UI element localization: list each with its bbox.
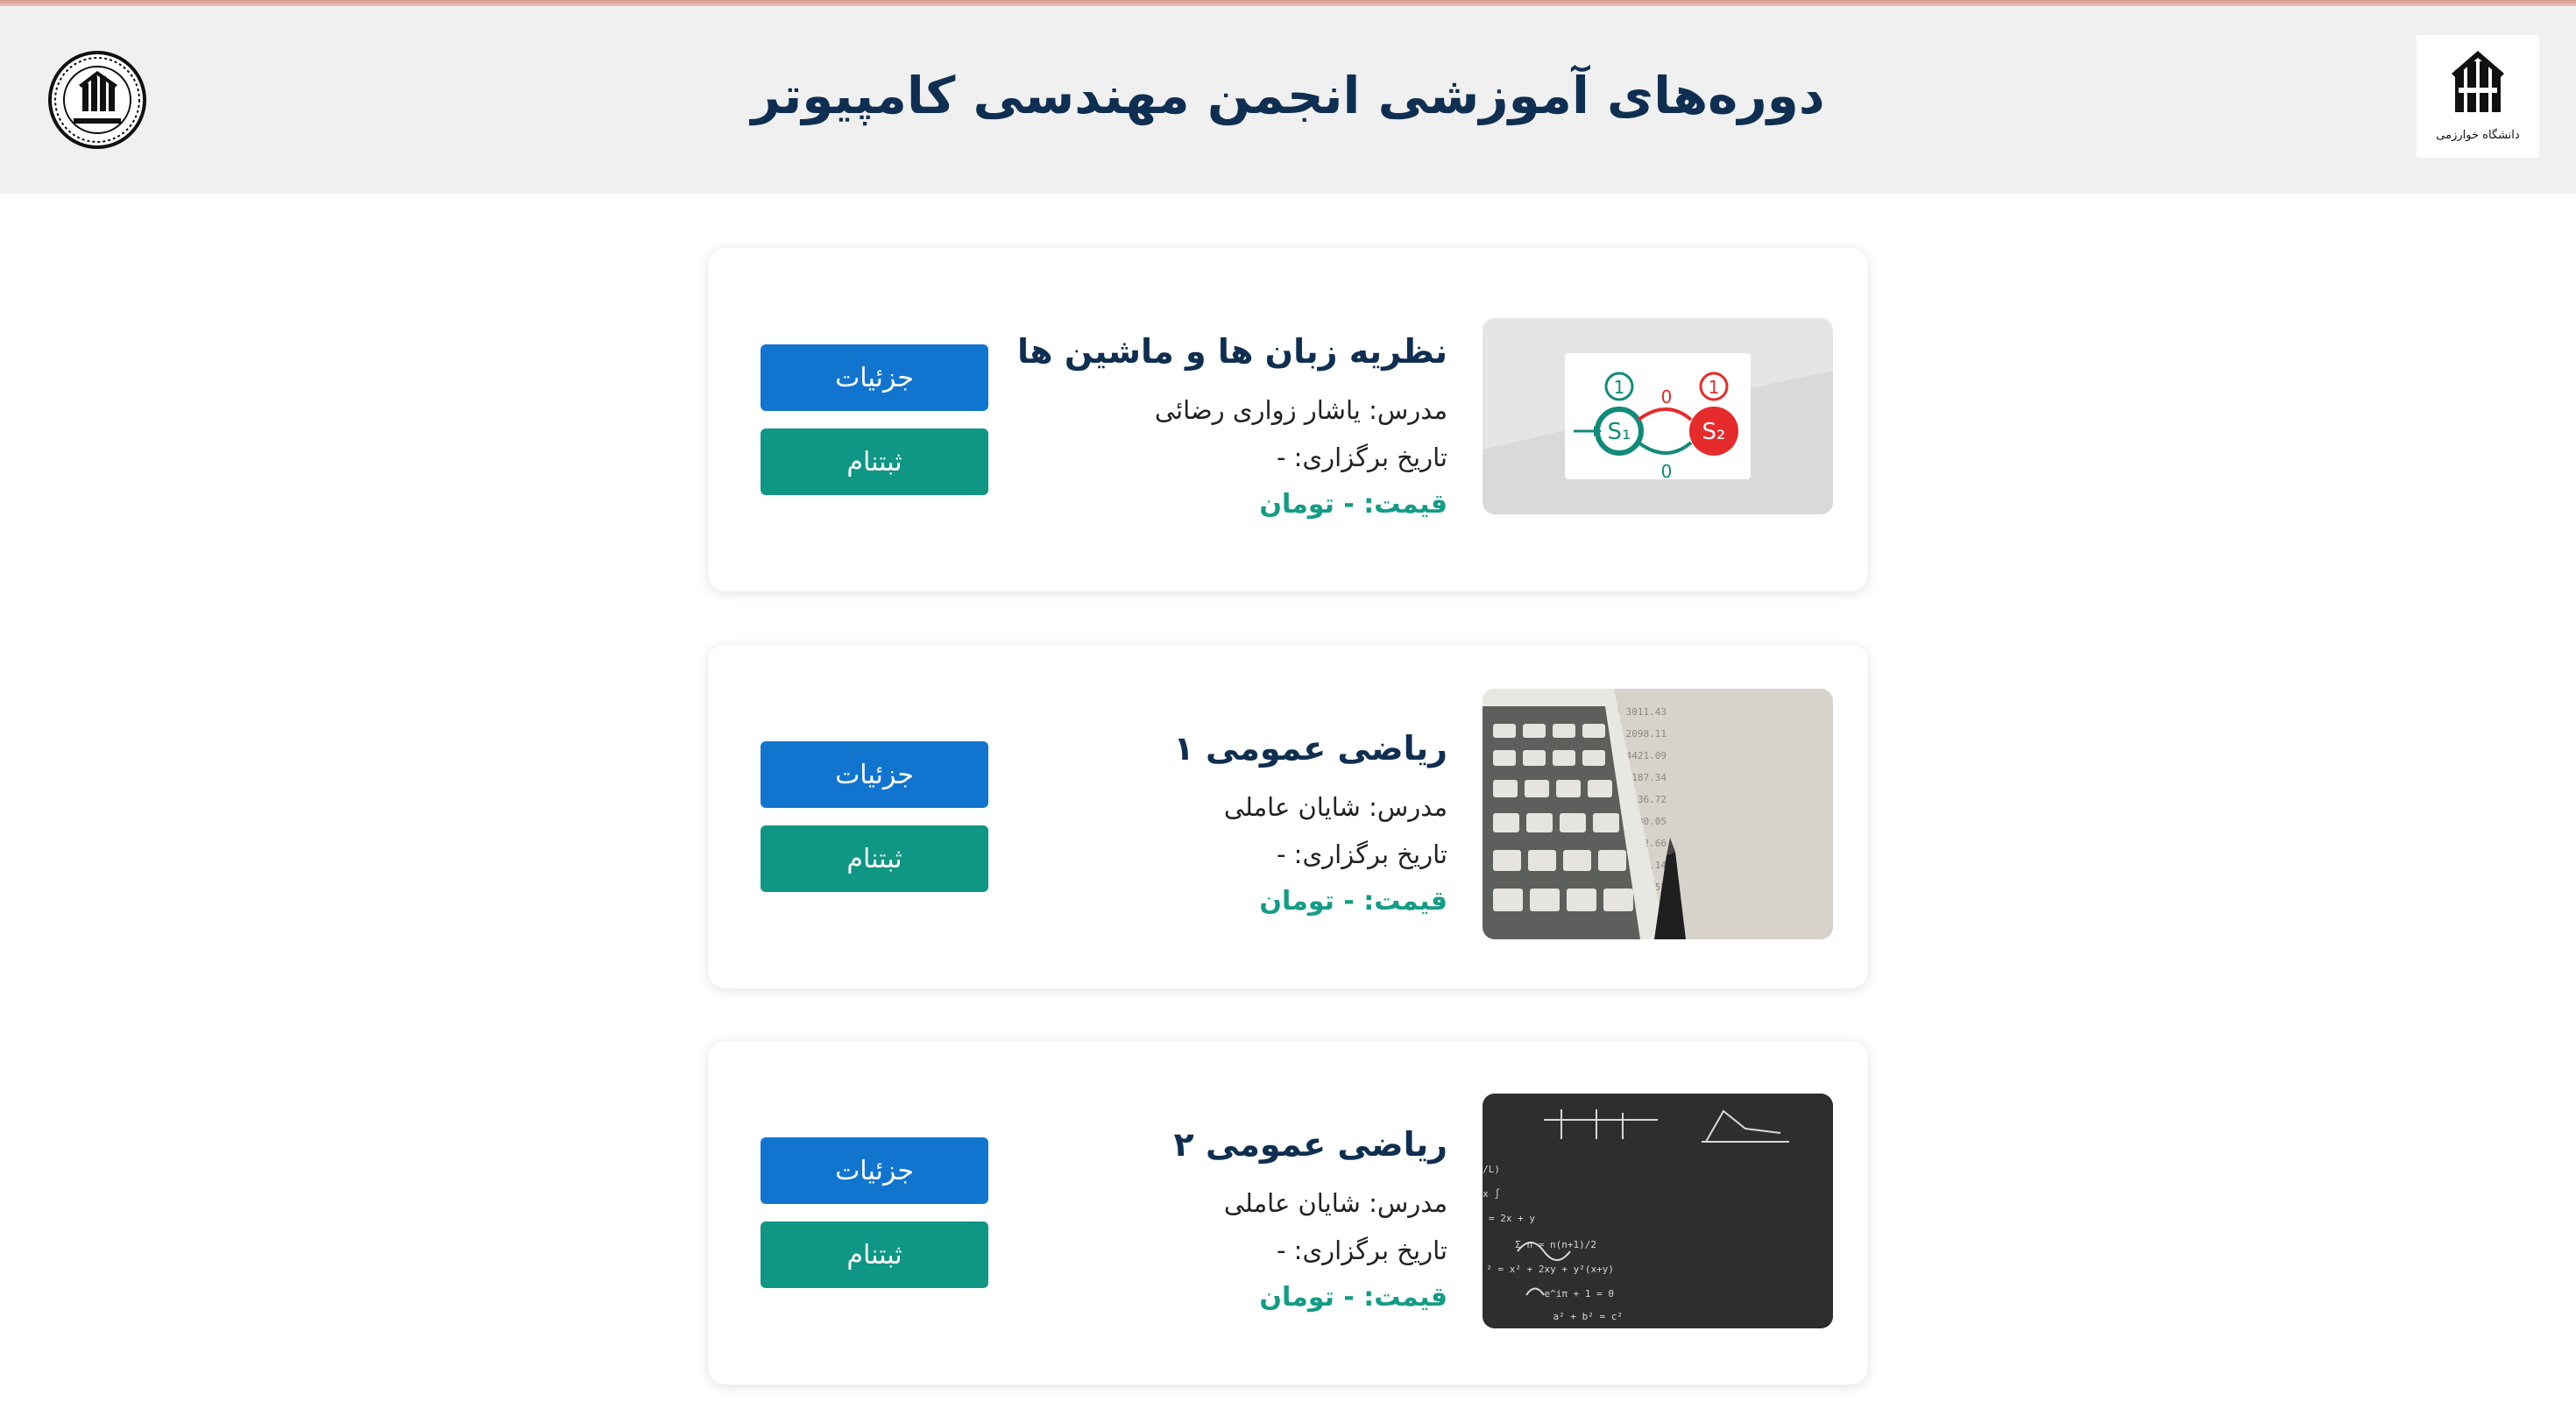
svg-text:f(x) = a₀ + Σ (aₙ cos nπx/L +: f(x) = a₀ + Σ (aₙ cos nπx/L + bₙ sin nπx… bbox=[1483, 1164, 1500, 1175]
course-card: S₁ S₂ 1 1 0 0 نظریه زبان ها و ماشین ها م… bbox=[708, 248, 1868, 591]
register-button[interactable]: ثبتنام bbox=[761, 1221, 988, 1288]
page-header: دوره‌های آموزشی انجمن مهندسی کامپیوتر دا… bbox=[0, 6, 2576, 194]
svg-text:∫ x² dx = x³/3 + C Δy/Δx: ∫ x² dx = x³/3 + C Δy/Δx → dy/dx bbox=[1483, 1188, 1500, 1200]
page-title: دوره‌های آموزشی انجمن مهندسی کامپیوتر bbox=[751, 66, 1825, 125]
register-button[interactable]: ثبتنام bbox=[761, 428, 988, 495]
svg-text:e^iπ + 1 = 0: e^iπ + 1 = 0 bbox=[1545, 1288, 1614, 1299]
automata-loop-2: 1 bbox=[1709, 377, 1720, 398]
details-button[interactable]: جزئیات bbox=[761, 741, 988, 808]
top-accent-bar bbox=[0, 0, 2576, 6]
automata-edge-top: 0 bbox=[1661, 386, 1673, 407]
svg-text:Σ n = n(n+1)/2: Σ n = n(n+1)/2 bbox=[1515, 1239, 1596, 1250]
details-button[interactable]: جزئیات bbox=[761, 1137, 988, 1204]
course-image-automata: S₁ S₂ 1 1 0 0 bbox=[1483, 318, 1833, 514]
register-button[interactable]: ثبتنام bbox=[761, 825, 988, 892]
svg-text:(x+y)² = x² + 2xy + y²: (x+y)² = x² + 2xy + y² bbox=[1486, 1264, 1614, 1275]
svg-text:a² + b² = c²: a² + b² = c² bbox=[1553, 1311, 1623, 1322]
course-card: 3011.43 4102.76 2098.11 1173.50 4421.09 … bbox=[708, 645, 1868, 988]
details-button[interactable]: جزئیات bbox=[761, 344, 988, 411]
course-image-chalkboard: f(x) = a₀ + Σ (aₙ cos nπx/L + bₙ sin nπx… bbox=[1483, 1094, 1833, 1328]
automata-edge-bottom: 0 bbox=[1661, 461, 1673, 482]
association-seal-icon[interactable] bbox=[47, 50, 147, 150]
svg-text:lim f(x) = L ∂f/∂x = 2x +: lim f(x) = L ∂f/∂x = 2x + y bbox=[1483, 1213, 1535, 1224]
university-logo[interactable]: دانشگاه خوارزمی bbox=[2417, 35, 2539, 158]
logo-caption: دانشگاه خوارزمی bbox=[2436, 128, 2520, 142]
automata-state-2: S₂ bbox=[1702, 419, 1726, 445]
course-image-calculator: 3011.43 4102.76 2098.11 1173.50 4421.09 … bbox=[1483, 689, 1833, 939]
automata-state-1: S₁ bbox=[1608, 419, 1631, 445]
automata-loop-1: 1 bbox=[1614, 377, 1625, 398]
course-card: f(x) = a₀ + Σ (aₙ cos nπx/L + bₙ sin nπx… bbox=[708, 1041, 1868, 1384]
